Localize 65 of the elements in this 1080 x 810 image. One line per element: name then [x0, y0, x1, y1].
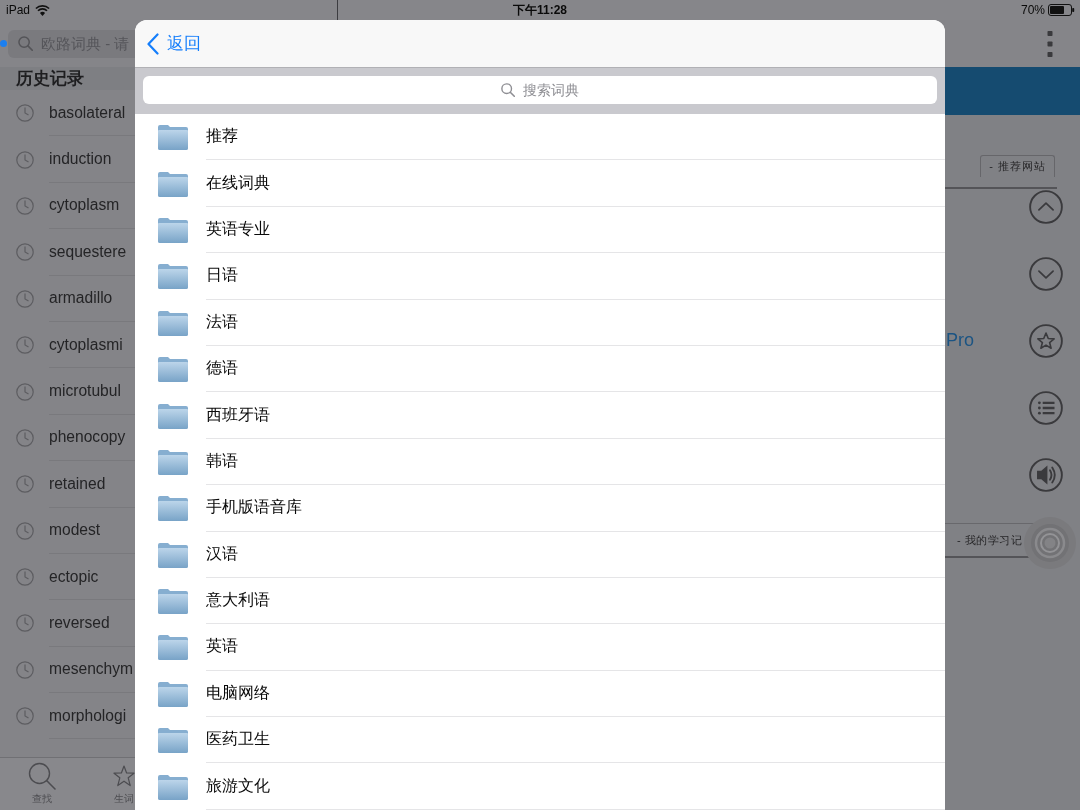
clock-icon — [16, 707, 34, 726]
folder-item[interactable]: 日语 — [135, 253, 945, 300]
folder-icon — [157, 262, 189, 291]
clock-icon — [16, 660, 34, 679]
battery-percent: 70% — [1020, 3, 1045, 17]
folder-item[interactable]: 英语专业 — [135, 206, 945, 254]
clock-icon — [16, 336, 34, 355]
speaker-icon[interactable] — [1029, 458, 1063, 492]
section-title: 历史记录 — [16, 68, 84, 90]
folder-item[interactable]: 电脑网络 — [135, 670, 945, 718]
folder-icon — [157, 308, 189, 337]
search-icon — [28, 762, 56, 790]
clock-icon — [16, 428, 34, 447]
search-field[interactable]: 搜索词典 — [143, 76, 937, 104]
folder-item[interactable]: 德语 — [135, 345, 945, 393]
chevron-up-icon[interactable] — [1029, 190, 1063, 224]
folder-icon — [157, 169, 189, 198]
device-name: iPad — [6, 3, 31, 17]
dot-icon — [0, 40, 7, 47]
status-time: 下午11:28 — [513, 1, 567, 19]
folder-item[interactable]: 医药卫生 — [135, 717, 945, 764]
star-icon — [113, 765, 135, 787]
folder-icon — [157, 401, 189, 430]
folder-item[interactable]: 在线词典 — [135, 160, 945, 207]
folder-item[interactable]: 英语 — [135, 624, 945, 671]
search-icon — [501, 83, 515, 97]
folder-icon — [157, 726, 189, 755]
clock-icon — [16, 243, 34, 262]
more-vertical-icon[interactable] — [1047, 30, 1053, 57]
heading-text: Pro — [946, 329, 974, 351]
folder-icon — [157, 355, 189, 384]
clock-icon — [16, 196, 34, 215]
clock-icon — [16, 614, 34, 633]
section-tab[interactable]: - 推荐网站 — [980, 155, 1055, 177]
chevron-down-icon[interactable] — [1029, 257, 1063, 291]
folder-icon — [157, 447, 189, 476]
back-button[interactable]: 返回 — [147, 32, 201, 55]
clock-icon — [16, 289, 34, 308]
clock-icon — [16, 521, 34, 540]
folder-icon — [157, 772, 189, 801]
chevron-left-icon — [147, 32, 159, 55]
battery-icon — [1048, 4, 1075, 16]
folder-item[interactable]: 手机版语音库 — [135, 485, 945, 532]
clock-icon — [16, 382, 34, 401]
folder-item[interactable]: 西班牙语 — [135, 392, 945, 439]
wifi-icon — [35, 4, 51, 16]
folder-item[interactable]: 推荐 — [135, 114, 945, 161]
search-icon — [18, 36, 33, 51]
folder-item[interactable]: 韩语 — [135, 438, 945, 486]
folder-item[interactable]: 旅游文化 — [135, 763, 945, 810]
folder-item[interactable]: 法语 — [135, 299, 945, 346]
clock-icon — [16, 104, 34, 123]
folder-icon — [157, 123, 189, 152]
folder-icon — [157, 494, 189, 523]
clock-icon — [16, 150, 34, 169]
folder-icon — [157, 215, 189, 244]
folder-item[interactable]: 汉语 — [135, 531, 945, 578]
folder-icon — [157, 587, 189, 616]
folder-icon — [157, 679, 189, 708]
clock-icon — [16, 568, 34, 587]
clock-icon — [16, 475, 34, 494]
folder-icon — [157, 540, 189, 569]
folder-item[interactable]: 意大利语 — [135, 577, 945, 625]
list-icon[interactable] — [1029, 391, 1063, 425]
folder-icon — [157, 633, 189, 662]
